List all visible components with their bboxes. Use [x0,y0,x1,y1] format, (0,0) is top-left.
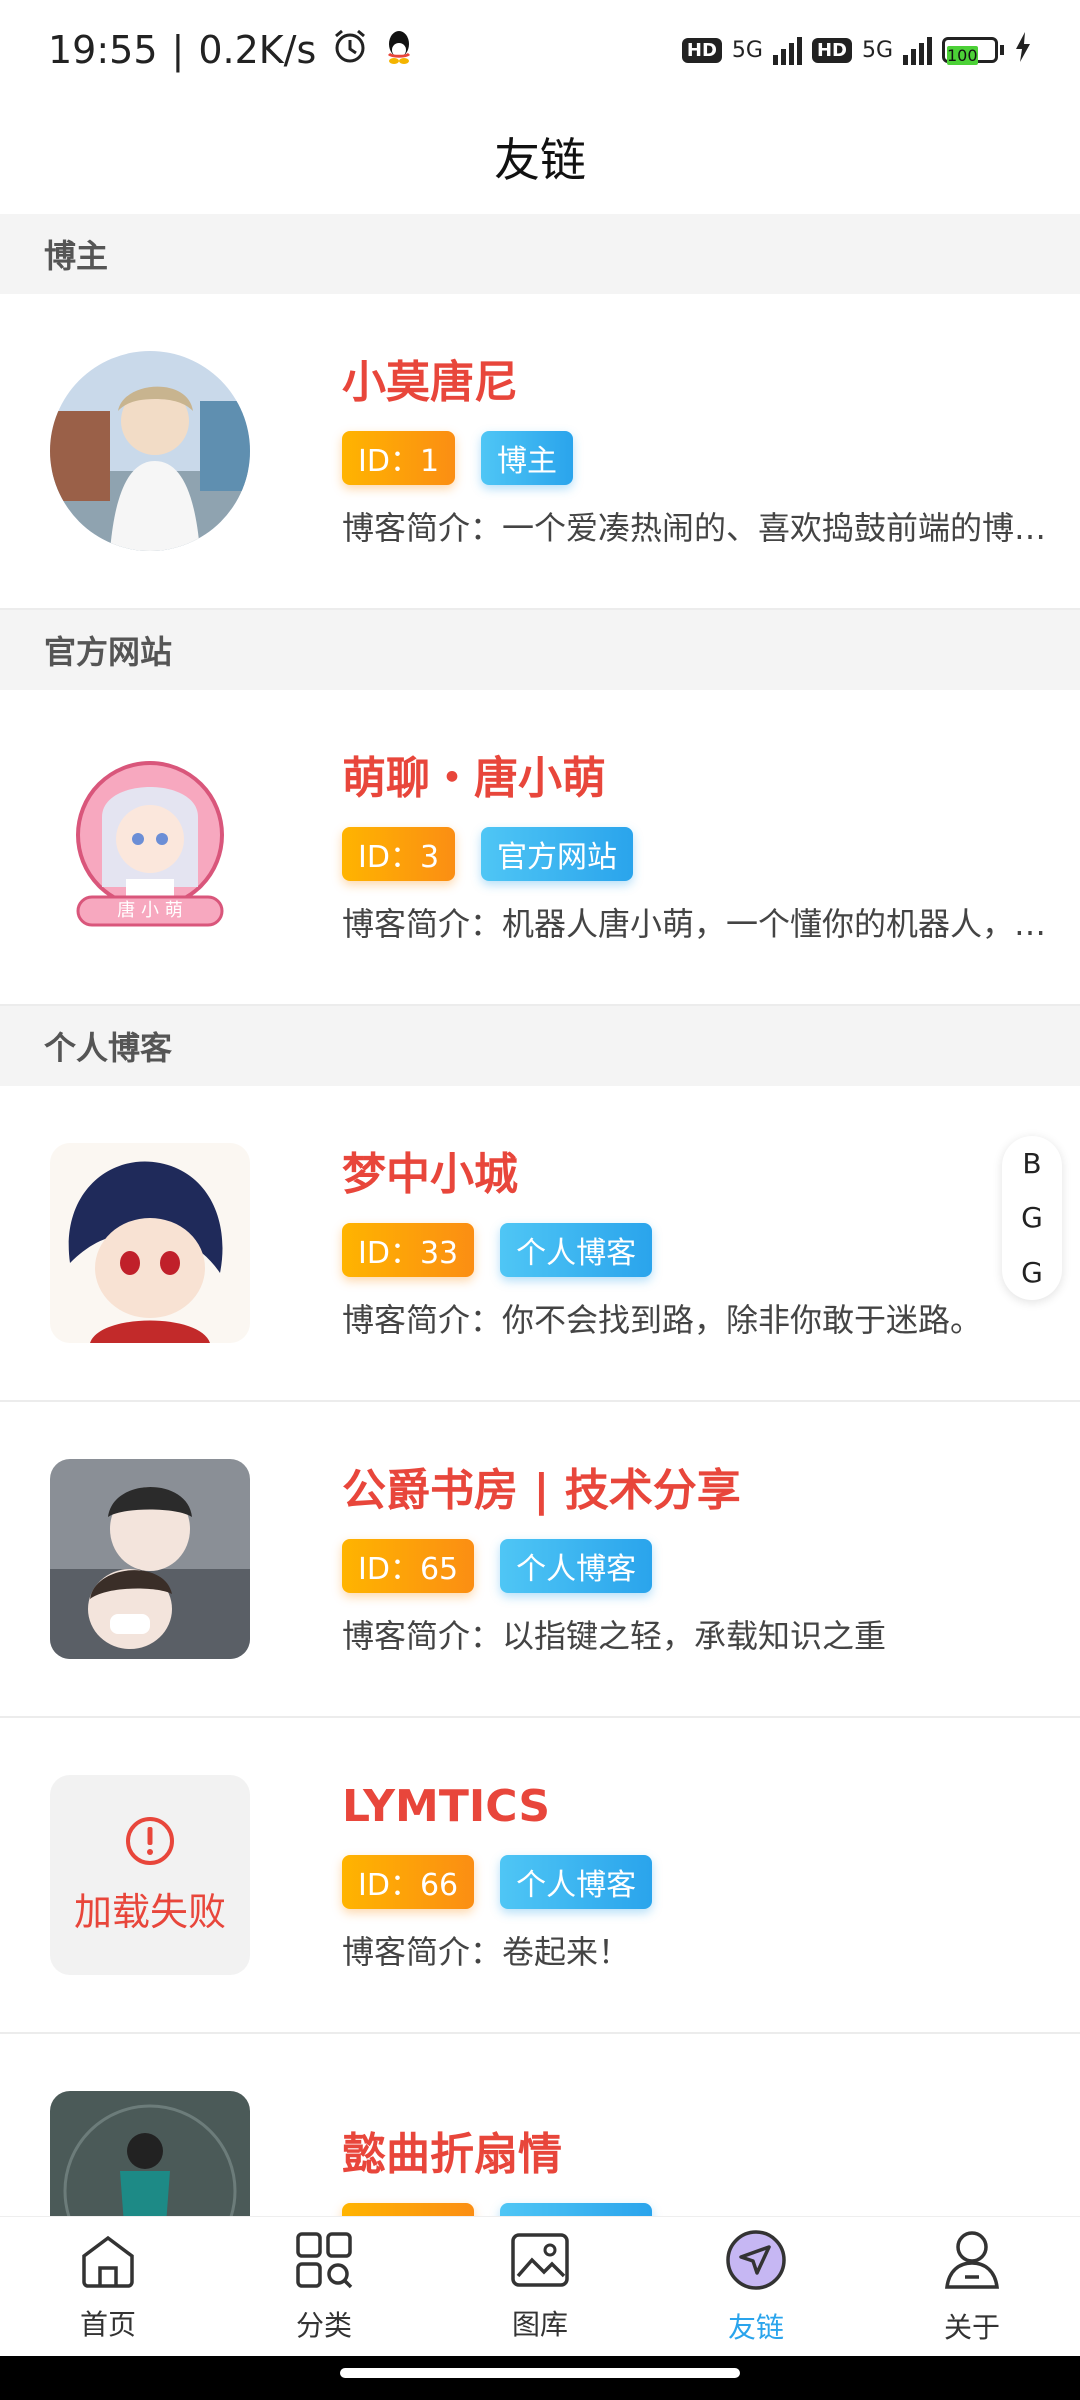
system-navigation-bar [0,2356,1080,2400]
bottom-tab-bar: 首页 分类 图库 友链 关于 [0,2216,1080,2357]
id-badge: ID：3 [342,827,456,881]
tab-label: 友链 [727,2310,784,2344]
user-icon [943,2229,1001,2298]
list-item[interactable]: 加载失败 LYMTICS ID：66 个人博客 博客简介：卷起来！ [0,1718,1080,2034]
type-badge: 个人博客 [500,2203,653,2216]
type-badge: 个人博客 [500,1539,653,1593]
network-type-1: 5G [731,37,763,63]
signal-icon-2 [903,35,932,65]
status-time: 19:55 [48,28,158,72]
id-badge: ID：66 [342,1855,475,1909]
page-title: 友链 [494,133,586,187]
status-bar: 19:55 | 0.2K/s HD 5G HD 5G 100 [0,0,1080,100]
tab-label: 首页 [79,2307,136,2341]
error-icon [124,1815,176,1871]
home-indicator[interactable] [340,2368,740,2378]
index-letter[interactable]: G [1021,1256,1043,1289]
friend-links-list[interactable]: 博主 小莫唐尼 ID：1 博主 博客简介：一个爱凑热闹的、喜欢捣鼓前端的博客主 … [0,214,1080,2216]
avatar [50,351,250,551]
blog-name[interactable]: 小莫唐尼 [342,353,1080,413]
network-type-2: 5G [861,37,893,63]
tab-friend-links[interactable]: 友链 [648,2217,864,2357]
id-badge: ID：67 [342,2203,475,2216]
blog-name[interactable]: 公爵书房 | 技术分享 [342,1461,1080,1521]
list-item[interactable]: 唐 小 萌 萌聊・唐小萌 ID：3 官方网站 博客简介：机器人唐小萌，一个懂你的… [0,690,1080,1006]
blog-description: 博客简介：以指键之轻，承载知识之重 [342,1617,887,1655]
section-header-personal: 个人博客 [0,1006,1080,1086]
blog-description: 博客简介：卷起来！ [342,1933,631,1971]
hd-badge-2: HD [811,37,852,63]
home-icon [78,2232,138,2295]
avatar-load-failed: 加载失败 [50,1775,250,1975]
hd-badge-1: HD [681,37,722,63]
list-item[interactable]: 小莫唐尼 ID：1 博主 博客简介：一个爱凑热闹的、喜欢捣鼓前端的博客主 [0,294,1080,610]
tab-category[interactable]: 分类 [216,2217,432,2357]
blog-description: 博客简介：一个爱凑热闹的、喜欢捣鼓前端的博客主 [342,509,1062,547]
load-failed-text: 加载失败 [73,1889,226,1934]
section-header-blogger: 博主 [0,214,1080,294]
section-header-official: 官方网站 [0,610,1080,690]
navigation-icon [725,2229,787,2298]
index-letter[interactable]: G [1021,1201,1043,1234]
tab-label: 图库 [511,2307,568,2341]
tab-home[interactable]: 首页 [0,2217,216,2357]
blog-description: 博客简介：你不会找到路，除非你敢于迷路。 [342,1301,983,1339]
id-badge: ID：1 [342,431,456,485]
avatar [50,2091,250,2216]
avatar [50,1143,250,1343]
signal-icon [772,35,802,65]
blog-name[interactable]: LYMTICS [342,1777,1080,1837]
list-item[interactable]: 懿曲折扇情 ID：67 个人博客 [0,2034,1080,2216]
tab-label: 关于 [943,2310,1000,2344]
alphabet-index[interactable]: B G G [1002,1136,1062,1300]
blog-name[interactable]: 萌聊・唐小萌 [342,749,1080,809]
type-badge: 个人博客 [500,1855,653,1909]
index-letter[interactable]: B [1022,1147,1041,1180]
tab-gallery[interactable]: 图库 [432,2217,648,2357]
tab-label: 分类 [295,2308,352,2342]
battery-icon: 100 [942,37,1004,65]
type-badge: 博主 [481,431,574,485]
battery-level: 100 [947,46,978,65]
type-badge: 个人博客 [500,1223,653,1277]
qq-icon [384,28,414,73]
blog-name[interactable]: 懿曲折扇情 [342,2125,1080,2185]
category-icon [295,2231,353,2296]
list-item[interactable]: 梦中小城 ID：33 个人博客 博客简介：你不会找到路，除非你敢于迷路。 [0,1086,1080,1402]
avatar: 唐 小 萌 [50,747,250,947]
charging-icon [1014,32,1032,68]
avatar-caption: 唐 小 萌 [117,900,183,921]
id-badge: ID：33 [342,1223,475,1277]
tab-about[interactable]: 关于 [864,2217,1080,2357]
avatar [50,1459,250,1659]
list-item[interactable]: 公爵书房 | 技术分享 ID：65 个人博客 博客简介：以指键之轻，承载知识之重 [0,1402,1080,1718]
alarm-icon [330,26,370,75]
blog-description: 博客简介：机器人唐小萌，一个懂你的机器人，快来找我聊天吧 [342,905,1062,943]
id-badge: ID：65 [342,1539,475,1593]
gallery-icon [510,2232,570,2295]
status-network-speed: 0.2K/s [198,28,317,72]
blog-name[interactable]: 梦中小城 [342,1145,1080,1205]
type-badge: 官方网站 [481,827,634,881]
